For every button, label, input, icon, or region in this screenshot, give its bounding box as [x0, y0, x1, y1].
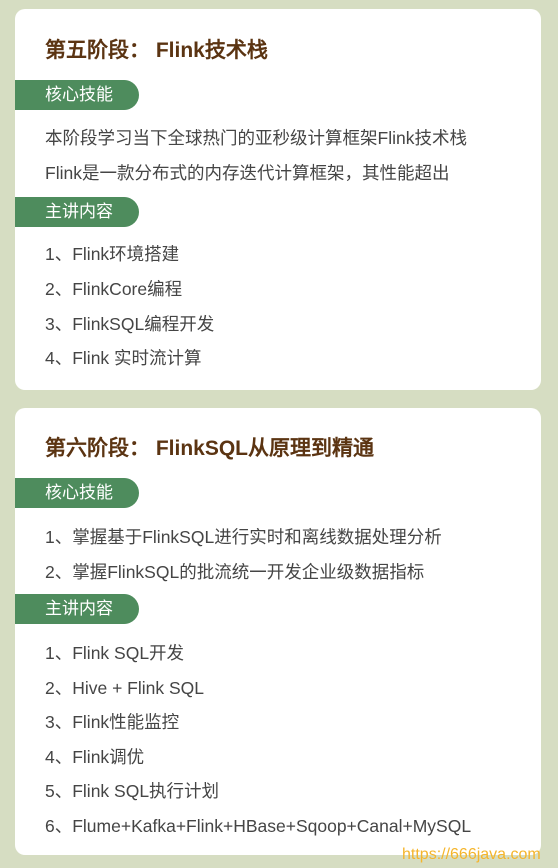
- stage6-title: 第六阶段： FlinkSQL从原理到精通: [45, 437, 375, 460]
- content-item: 3、Flink性能监控: [45, 712, 180, 732]
- content-item: 2、FlinkCore编程: [45, 279, 183, 299]
- content-item: 4、Flink 实时流计算: [45, 348, 202, 368]
- skill-line: 1、掌握基于FlinkSQL进行实时和离线数据处理分析: [45, 527, 442, 547]
- content-item: 6、Flume+Kafka+Flink+HBase+Sqoop+Canal+My…: [45, 816, 472, 836]
- content-label: 主讲内容: [15, 594, 139, 624]
- skill-line: Flink是一款分布式的内存迭代计算框架，其性能超出: [45, 163, 450, 183]
- content-item: 1、Flink SQL开发: [45, 643, 185, 663]
- skills-label: 核心技能: [15, 478, 139, 508]
- skill-line: 2、掌握FlinkSQL的批流统一开发企业级数据指标: [45, 562, 425, 582]
- content-item: 5、Flink SQL执行计划: [45, 781, 220, 801]
- content-item: 1、Flink环境搭建: [45, 244, 180, 264]
- content-item: 3、FlinkSQL编程开发: [45, 314, 215, 334]
- stage5-card: 第五阶段： Flink技术栈 核心技能 本阶段学习当下全球热门的亚秒级计算框架F…: [15, 9, 541, 390]
- watermark: https://666java.com: [402, 846, 541, 863]
- content-item: 2、Hive + Flink SQL: [45, 678, 205, 698]
- skill-line: 本阶段学习当下全球热门的亚秒级计算框架Flink技术栈: [45, 128, 467, 148]
- stage5-title: 第五阶段： Flink技术栈: [45, 39, 268, 62]
- content-item: 4、Flink调优: [45, 747, 145, 767]
- content-label: 主讲内容: [15, 197, 139, 227]
- skills-label: 核心技能: [15, 80, 139, 110]
- stage6-card: 第六阶段： FlinkSQL从原理到精通 核心技能 1、掌握基于FlinkSQL…: [15, 408, 541, 855]
